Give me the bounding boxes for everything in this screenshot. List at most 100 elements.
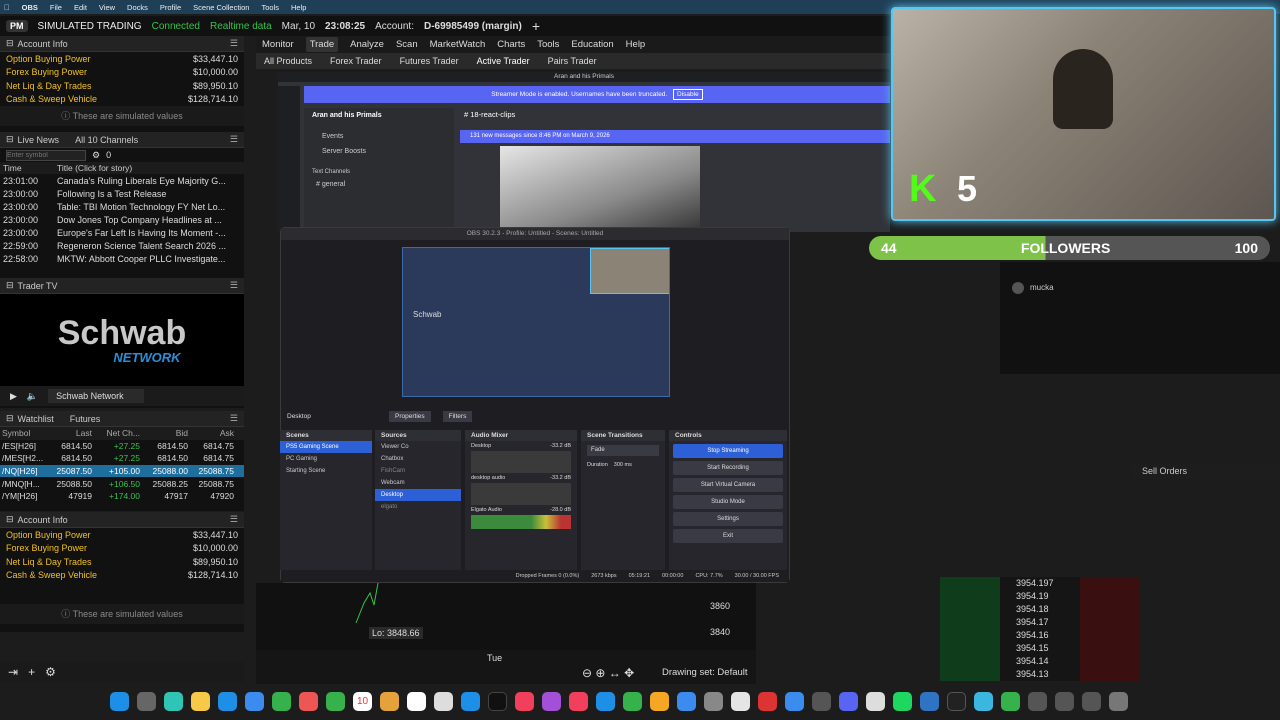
freeform-icon[interactable] <box>434 691 453 711</box>
window-icon[interactable] <box>1082 691 1101 711</box>
source-item[interactable]: FishCam <box>375 465 461 477</box>
news-item[interactable]: 23:00:00 Following Is a Test Release <box>0 187 244 200</box>
col-net-change[interactable]: Net Ch... <box>92 428 140 438</box>
add-tab-button[interactable]: + <box>532 18 540 34</box>
news-item[interactable]: 23:00:00 Table: TBI Motion Technology FY … <box>0 200 244 213</box>
menu-scene-collection[interactable]: Scene Collection <box>193 3 249 12</box>
news-icon[interactable] <box>569 691 588 711</box>
col-symbol[interactable]: Symbol <box>0 428 44 438</box>
expand-icon[interactable]: ⇥ <box>8 665 18 679</box>
menu-app-name[interactable]: OBS <box>22 3 38 12</box>
reminders-icon[interactable] <box>407 691 426 711</box>
launchpad-icon[interactable] <box>137 691 156 711</box>
account-info-header[interactable]: ⊟ Account Info ☰ <box>0 36 244 52</box>
subtab-forex-trader[interactable]: Forex Trader <box>330 56 382 66</box>
chrome-icon[interactable] <box>731 691 750 711</box>
account-info-header[interactable]: ⊟ Account Info ☰ <box>0 512 244 528</box>
app-icon[interactable] <box>812 691 831 711</box>
table-row[interactable]: /MNQ[H... 25088.50 +106.50 25088.25 25088.75 <box>0 477 244 490</box>
discord-icon[interactable] <box>839 691 858 711</box>
app-icon[interactable] <box>920 691 939 711</box>
account-selector[interactable]: D-69985499 (margin) <box>424 21 522 32</box>
news-item[interactable]: 22:59:00 Regeneron Science Talent Search … <box>0 239 244 252</box>
photos-icon[interactable] <box>299 691 318 711</box>
obs-preview[interactable]: Schwab <box>402 247 670 397</box>
notes-icon[interactable] <box>191 691 210 711</box>
thinkorswim-icon[interactable] <box>974 691 993 711</box>
disable-button[interactable]: Disable <box>673 89 703 100</box>
scene-item[interactable]: PS5 Gaming Scene <box>280 441 372 453</box>
stop-streaming-button[interactable]: Stop Streaming <box>673 444 783 458</box>
tab-marketwatch[interactable]: MarketWatch <box>430 39 486 50</box>
channel-selector[interactable]: Schwab Network <box>48 389 145 403</box>
news-item[interactable]: 22:58:00 MKTW: Abbott Cooper PLLC Investi… <box>0 252 244 265</box>
subtab-all-products[interactable]: All Products <box>264 56 312 66</box>
filters-button[interactable]: Filters <box>442 410 473 422</box>
col-bid[interactable]: Bid <box>140 428 188 438</box>
keynote-icon[interactable] <box>596 691 615 711</box>
news-item[interactable]: 23:00:00 Europe's Far Left Is Having Its … <box>0 226 244 239</box>
drawing-set[interactable]: Drawing set: Default <box>662 667 748 678</box>
menu-icon[interactable]: ☰ <box>230 514 238 525</box>
trash-icon[interactable] <box>1109 691 1128 711</box>
menu-icon[interactable]: ☰ <box>230 38 238 49</box>
source-item[interactable]: Desktop <box>375 489 461 501</box>
tab-education[interactable]: Education <box>571 39 613 50</box>
pages-icon[interactable] <box>650 691 669 711</box>
calendar-icon[interactable]: 10 <box>353 691 372 711</box>
collapse-icon[interactable]: ⊟ <box>6 280 14 291</box>
tab-scan[interactable]: Scan <box>396 39 418 50</box>
subtab-active-trader[interactable]: Active Trader <box>477 56 530 66</box>
exit-button[interactable]: Exit <box>673 529 783 543</box>
server-name[interactable]: Aran and his Primals <box>312 112 446 119</box>
subtab-futures-trader[interactable]: Futures Trader <box>400 56 459 66</box>
subtab-pairs-trader[interactable]: Pairs Trader <box>548 56 597 66</box>
shared-image[interactable] <box>500 146 700 232</box>
podcasts-icon[interactable] <box>542 691 561 711</box>
col-last[interactable]: Last <box>44 428 92 438</box>
volume-meter[interactable] <box>471 515 571 529</box>
watchlist-header[interactable]: ⊟ Watchlist Futures ☰ <box>0 411 244 427</box>
live-news-header[interactable]: ⊟ Live News All 10 Channels ☰ <box>0 132 244 148</box>
source-item[interactable]: Webcam <box>375 477 461 489</box>
collapse-icon[interactable]: ⊟ <box>6 38 14 49</box>
zoom-icons[interactable]: ⊖ ⊕ ↔ ✥ <box>582 666 634 680</box>
news-item[interactable]: 23:00:00 Dow Jones Top Company Headlines … <box>0 213 244 226</box>
source-item[interactable]: elgato <box>375 501 461 513</box>
app-icon[interactable] <box>785 691 804 711</box>
sell-orders-header[interactable]: Sell Orders <box>1130 463 1280 479</box>
table-row[interactable]: /ES[H26] 6814.50 +27.25 6814.50 6814.75 <box>0 440 244 453</box>
numbers-icon[interactable] <box>623 691 642 711</box>
safari-icon[interactable] <box>218 691 237 711</box>
tab-trade[interactable]: Trade <box>305 37 339 52</box>
app-icon[interactable] <box>1001 691 1020 711</box>
add-icon[interactable]: + <box>28 665 35 679</box>
virtual-camera-button[interactable]: Start Virtual Camera <box>673 478 783 492</box>
music-icon[interactable] <box>515 691 534 711</box>
obs-icon[interactable] <box>947 691 966 711</box>
volume-meter[interactable] <box>471 451 571 473</box>
watchlist-selector[interactable]: Futures <box>70 414 101 424</box>
menu-profile[interactable]: Profile <box>160 3 181 12</box>
boosts-link[interactable]: Server Boosts <box>312 148 446 155</box>
volume-meter[interactable] <box>471 483 571 505</box>
collapse-icon[interactable]: ⊟ <box>6 413 14 424</box>
menu-help[interactable]: Help <box>291 3 306 12</box>
collapse-icon[interactable]: ⊟ <box>6 134 14 145</box>
col-title[interactable]: Title (Click for story) <box>57 163 132 173</box>
duration-input[interactable]: 300 ms <box>614 462 632 468</box>
play-icon[interactable]: ▶ <box>10 391 17 402</box>
mail-icon[interactable] <box>245 691 264 711</box>
tab-charts[interactable]: Charts <box>497 39 525 50</box>
menu-icon[interactable]: ☰ <box>230 413 238 424</box>
menu-file[interactable]: File <box>50 3 62 12</box>
menu-docks[interactable]: Docks <box>127 3 148 12</box>
trader-tv-header[interactable]: ⊟ Trader TV ☰ <box>0 278 244 294</box>
tv-icon[interactable] <box>488 691 507 711</box>
source-item[interactable]: Chatbox <box>375 453 461 465</box>
finder-icon[interactable] <box>110 691 129 711</box>
tv-video[interactable]: Schwab NETWORK <box>0 294 244 386</box>
table-row[interactable]: /YM[H26] 47919 +174.00 47917 47920 <box>0 490 244 503</box>
menu-view[interactable]: View <box>99 3 115 12</box>
tab-analyze[interactable]: Analyze <box>350 39 384 50</box>
